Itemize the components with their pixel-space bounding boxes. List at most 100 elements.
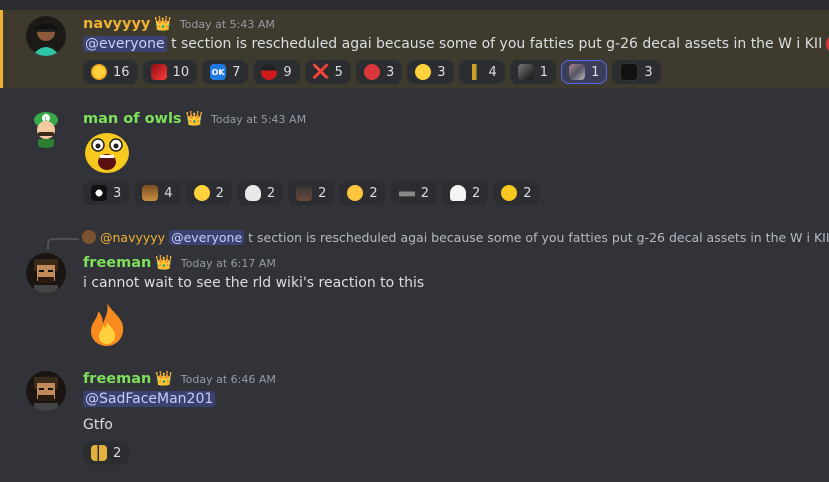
timestamp: Today at 5:43 AM <box>179 17 275 31</box>
reaction-count: 3 <box>385 64 395 80</box>
reaction-dancing-figure[interactable]: 4 <box>458 60 505 84</box>
reaction-dark-image[interactable]: 1 <box>509 60 557 84</box>
reaction-gun[interactable]: 2 <box>390 181 437 205</box>
red-car-icon <box>261 64 278 80</box>
reaction-count: 3 <box>644 64 653 80</box>
black-square-icon <box>620 63 639 81</box>
reaction-yum-face[interactable]: 2 <box>185 181 232 205</box>
message-text: t section is rescheduled agai because so… <box>171 36 823 52</box>
dancing-figure-icon <box>466 64 483 80</box>
relieved-face-icon <box>415 64 432 80</box>
reaction-relieved-face[interactable]: 3 <box>407 60 454 84</box>
author-name[interactable]: freeman <box>83 255 151 271</box>
avatar-navyyyy[interactable] <box>26 16 66 56</box>
reaction-count: 7 <box>232 64 241 80</box>
reaction-count: 2 <box>420 185 429 201</box>
reaction-count: 5 <box>334 64 343 80</box>
reaction-tv-face[interactable]: 2 <box>288 181 335 205</box>
dark-image-icon <box>517 64 534 80</box>
reaction-ok-button[interactable]: OK 7 <box>202 60 249 84</box>
reply-reference[interactable]: @navyyyy @everyone t section is reschedu… <box>82 229 829 245</box>
reaction-bar: 3 4 2 2 2 2 2 2 2 <box>83 181 540 205</box>
crown-icon: 👑 <box>155 371 173 387</box>
reaction-bar: 2 <box>83 441 130 465</box>
reaction-skull[interactable]: 2 <box>236 181 284 205</box>
reaction-count: 2 <box>113 445 122 461</box>
message-header: freeman 👑 Today at 6:17 AM <box>83 253 276 273</box>
message-content: @everyone t section is rescheduled agai … <box>83 35 829 53</box>
top-strip <box>0 0 829 10</box>
reaction-count: 4 <box>164 185 173 201</box>
reaction-red-car[interactable]: 9 <box>253 60 300 84</box>
reaction-count: 2 <box>523 185 532 201</box>
screaming-face-icon <box>501 185 518 201</box>
message-highlighted: navyyyy 👑 Today at 5:43 AM @everyone t s… <box>0 10 829 88</box>
reaction-red-sparkle[interactable]: 10 <box>142 60 198 84</box>
message-header: man of owls 👑 Today at 5:43 AM <box>83 109 306 129</box>
reaction-screaming-face[interactable]: 2 <box>493 181 540 205</box>
reaction-count: 1 <box>539 64 549 80</box>
angry-face-icon <box>363 64 380 80</box>
reply-text: t section is rescheduled agai because so… <box>248 229 829 245</box>
reaction-bar: 16 10 OK 7 9 ❌ 5 3 3 4 1 1 3 <box>83 60 661 84</box>
message-header: freeman 👑 Today at 6:46 AM <box>83 369 276 389</box>
reaction-count: 1 <box>591 64 600 80</box>
reaction-angry-face[interactable]: 3 <box>355 60 403 84</box>
reaction-black-square[interactable]: 3 <box>612 60 661 84</box>
photo-icon <box>569 64 586 80</box>
reaction-ghost[interactable]: 2 <box>441 181 489 205</box>
message: freeman 👑 Today at 6:46 AM @SadFaceMan20… <box>0 368 829 468</box>
reaction-skull-mask[interactable]: 3 <box>83 181 130 205</box>
fire-emoji-image <box>83 300 131 348</box>
red-sparkle-icon <box>150 64 167 80</box>
reaction-count: 10 <box>172 64 190 80</box>
tv-face-icon <box>296 185 313 201</box>
message: freeman 👑 Today at 6:17 AM i cannot wait… <box>0 250 829 350</box>
message-text: i cannot wait to see the rld wiki's reac… <box>83 275 425 291</box>
reaction-count: 2 <box>266 185 276 201</box>
reaction-count: 16 <box>113 64 130 80</box>
reply-mention[interactable]: @everyone <box>169 229 245 245</box>
pixel-face-icon <box>142 185 159 201</box>
author-name[interactable]: man of owls <box>83 111 182 127</box>
reaction-count: 3 <box>113 185 122 201</box>
reaction-shocked-face[interactable]: 2 <box>339 181 386 205</box>
mention-user[interactable]: @SadFaceMan201 <box>83 391 216 407</box>
crying-laugh-icon <box>91 64 107 80</box>
gun-icon <box>398 185 415 201</box>
reaction-key[interactable]: 2 <box>83 441 130 465</box>
message: L man of owls 👑 Today at 5:43 AM 3 4 2 2 2 2 2… <box>0 104 829 214</box>
reply-author[interactable]: @navyyyy <box>100 230 165 245</box>
skull-icon <box>244 185 261 201</box>
avatar-freeman[interactable] <box>26 253 66 293</box>
reaction-count: 2 <box>471 185 481 201</box>
ghost-icon <box>449 185 466 201</box>
message-mention-line: @SadFaceMan201 <box>83 391 216 407</box>
reaction-count: 2 <box>318 185 327 201</box>
reaction-count: 2 <box>369 185 378 201</box>
reaction-photo[interactable]: 1 <box>561 60 608 84</box>
reaction-count: 9 <box>283 64 292 80</box>
reaction-count: 4 <box>488 64 497 80</box>
mention-everyone[interactable]: @everyone <box>83 36 167 52</box>
author-name[interactable]: navyyyy <box>83 16 150 32</box>
message-text: Gtfo <box>83 417 113 433</box>
reaction-crying-laugh[interactable]: 16 <box>83 60 138 84</box>
crown-icon: 👑 <box>154 16 172 32</box>
timestamp: Today at 5:43 AM <box>210 112 307 126</box>
reaction-cross-mark[interactable]: ❌ 5 <box>304 60 351 84</box>
reaction-pixel-face[interactable]: 4 <box>134 181 181 205</box>
timestamp: Today at 6:17 AM <box>180 256 276 270</box>
shocked-face-icon <box>347 185 364 201</box>
reaction-count: 3 <box>437 64 446 80</box>
yum-face-icon <box>193 185 210 201</box>
avatar-freeman[interactable] <box>26 371 66 411</box>
crown-icon: 👑 <box>185 111 203 127</box>
message-header: navyyyy 👑 Today at 5:43 AM <box>83 14 275 34</box>
avatar-man-of-owls[interactable]: L <box>26 108 66 148</box>
screaming-emoji-image <box>83 131 131 175</box>
ok-button-icon: OK <box>210 64 227 80</box>
skull-mask-icon <box>91 185 107 201</box>
author-name[interactable]: freeman <box>83 371 151 387</box>
reply-connector <box>47 238 79 250</box>
